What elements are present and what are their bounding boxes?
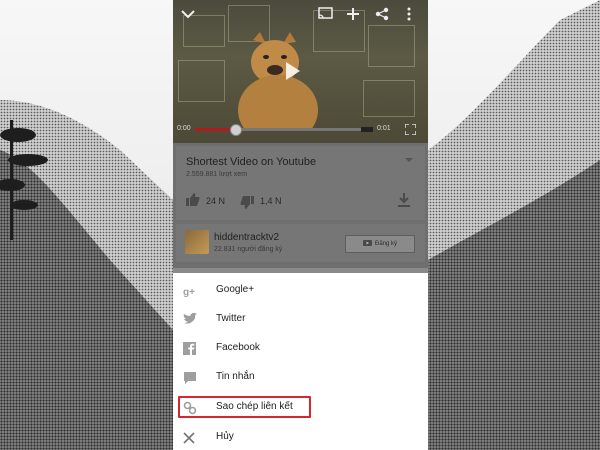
subscribe-label: Đăng ký [374, 241, 397, 247]
dislike-count: 1,4 N [260, 196, 282, 206]
seek-progress [195, 128, 235, 131]
share-item-label: Twitter [216, 313, 246, 324]
add-to-playlist-icon[interactable] [346, 7, 360, 23]
seek-bar[interactable] [195, 124, 367, 136]
message-icon [183, 371, 197, 385]
floor-tile [368, 25, 415, 67]
download-icon[interactable] [398, 193, 410, 212]
share-item-label: Facebook [216, 342, 260, 353]
twitter-icon [183, 312, 197, 327]
floor-tile [178, 60, 225, 102]
phone-screen: 0:00 0:01 Shortest Video on Youtube 2.55… [173, 0, 428, 450]
share-item-label: Hủy [216, 431, 234, 442]
svg-text:g+: g+ [183, 287, 195, 298]
facebook-icon [183, 342, 197, 356]
share-item-label: Google+ [216, 284, 255, 295]
cast-icon[interactable] [318, 7, 333, 21]
video-title: Shortest Video on Youtube [186, 156, 317, 168]
view-count: 2.559.881 lượt xem [186, 171, 248, 178]
share-message[interactable]: Tin nhắn [173, 363, 428, 392]
cat-thumbnail [238, 32, 318, 130]
like-count: 24 N [206, 196, 226, 206]
more-options-icon[interactable] [406, 7, 412, 23]
expand-description-icon[interactable] [405, 158, 413, 162]
share-sheet: g+ Google+ Twitter Facebook Tin nhắn Sao… [173, 273, 428, 450]
seek-buffer-end [361, 127, 373, 132]
share-cancel[interactable]: Hủy [173, 423, 428, 450]
share-facebook[interactable]: Facebook [173, 334, 428, 363]
fullscreen-icon[interactable] [404, 122, 417, 136]
share-icon[interactable] [375, 7, 389, 23]
close-icon [183, 431, 197, 445]
like-icon[interactable] [186, 193, 200, 211]
dislike-icon[interactable] [240, 196, 254, 214]
share-twitter[interactable]: Twitter [173, 305, 428, 334]
subscribe-button[interactable]: Đăng ký [345, 235, 415, 253]
copy-link-highlight [178, 396, 311, 418]
channel-avatar[interactable] [185, 230, 209, 254]
floor-tile [363, 80, 415, 117]
collapse-icon[interactable] [181, 7, 195, 21]
google-plus-icon: g+ [183, 284, 197, 298]
play-icon[interactable] [286, 62, 300, 80]
time-total: 0:01 [377, 125, 391, 132]
share-item-label: Tin nhắn [216, 371, 255, 382]
seek-handle[interactable] [229, 124, 242, 136]
channel-name[interactable]: hiddentracktv2 [214, 232, 279, 243]
subscriber-count: 22.831 người đăng ký [214, 246, 283, 253]
time-elapsed: 0:00 [177, 125, 191, 132]
youtube-play-icon [362, 240, 372, 247]
video-player[interactable]: 0:00 0:01 [173, 0, 428, 143]
share-google-plus[interactable]: g+ Google+ [173, 276, 428, 305]
